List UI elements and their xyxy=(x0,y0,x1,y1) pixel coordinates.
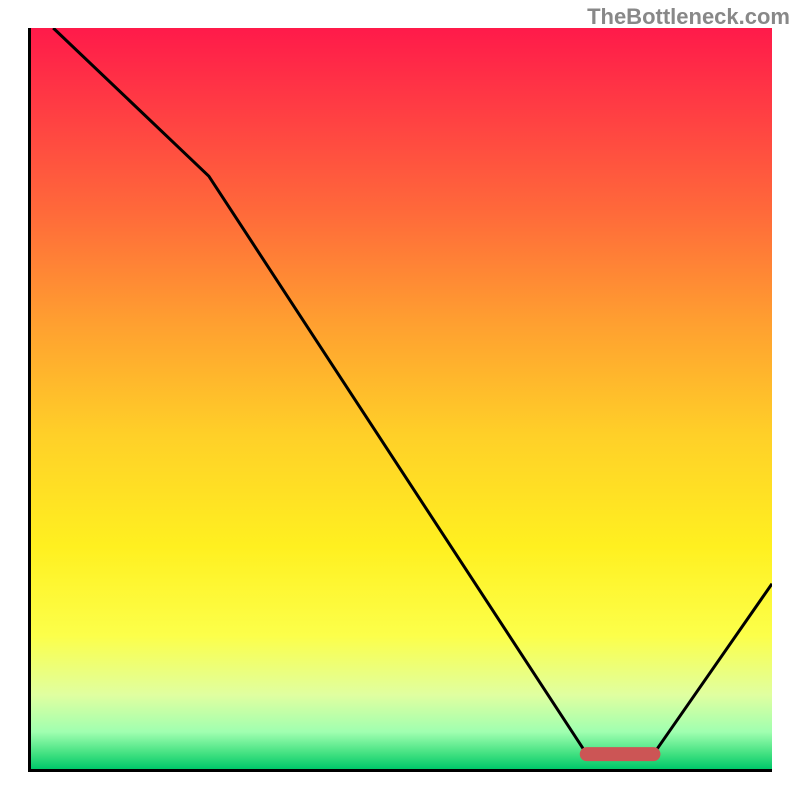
chart-gradient-background xyxy=(31,28,772,769)
chart-plot-area xyxy=(28,28,772,772)
watermark-text: TheBottleneck.com xyxy=(587,4,790,30)
